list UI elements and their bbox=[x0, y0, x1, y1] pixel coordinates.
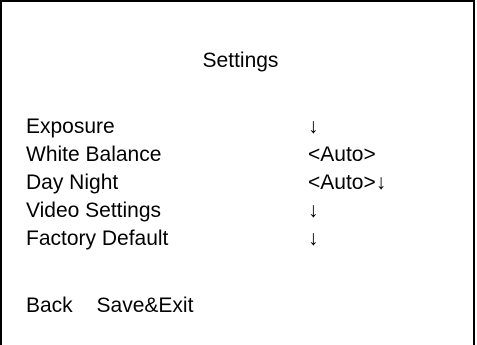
menu-item-label: Day Night bbox=[26, 171, 119, 194]
settings-window-frame: Settings Exposure ↓ White Balance <Auto>… bbox=[0, 0, 475, 345]
menu-item-value: <Auto> bbox=[308, 143, 376, 166]
submenu-arrow-icon: ↓ bbox=[308, 199, 319, 222]
submenu-arrow-icon: ↓ bbox=[308, 227, 319, 250]
save-exit-button[interactable]: Save&Exit bbox=[97, 292, 194, 320]
menu-item-label: Video Settings bbox=[26, 199, 162, 222]
menu-item-label: White Balance bbox=[26, 143, 162, 166]
menu-item-white-balance[interactable]: White Balance <Auto> bbox=[26, 141, 456, 169]
settings-menu: Exposure ↓ White Balance <Auto> Day Nigh… bbox=[26, 113, 456, 253]
submenu-arrow-icon: ↓ bbox=[308, 115, 319, 138]
menu-item-value: <Auto>↓ bbox=[308, 171, 387, 194]
menu-item-label: Exposure bbox=[26, 115, 115, 138]
footer-actions: Back Save&Exit bbox=[26, 292, 193, 320]
menu-item-day-night[interactable]: Day Night <Auto>↓ bbox=[26, 169, 456, 197]
page-title: Settings bbox=[202, 49, 279, 72]
menu-item-video-settings[interactable]: Video Settings ↓ bbox=[26, 197, 456, 225]
back-button[interactable]: Back bbox=[26, 292, 73, 320]
menu-item-factory-default[interactable]: Factory Default ↓ bbox=[26, 225, 456, 253]
menu-item-exposure[interactable]: Exposure ↓ bbox=[26, 113, 456, 141]
menu-item-label: Factory Default bbox=[26, 227, 169, 250]
